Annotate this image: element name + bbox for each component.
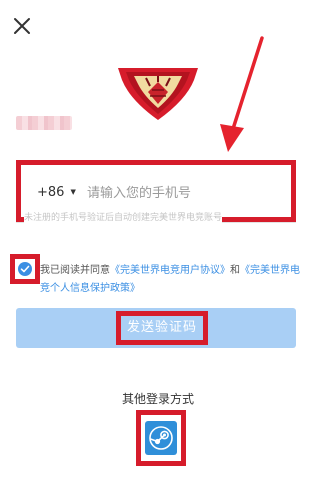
- agreement-prefix: 我已阅读并同意: [40, 265, 110, 276]
- steam-login-button[interactable]: [145, 421, 177, 455]
- other-login-title: 其他登录方式: [121, 392, 194, 406]
- annotation-arrow-icon: [220, 36, 264, 152]
- agreement-text: 我已阅读并同意《完美世界电竞用户协议》和《完美世界电竞个人信息保护政策》: [40, 262, 304, 298]
- country-code-selector[interactable]: +86 ▼: [37, 185, 76, 200]
- close-button[interactable]: [10, 14, 34, 38]
- country-code-label: +86: [37, 185, 65, 200]
- check-icon: [20, 265, 30, 273]
- send-button-highlight: 发送验证码: [116, 311, 208, 345]
- brand-logo-icon: [118, 68, 198, 120]
- phone-input[interactable]: [87, 182, 283, 204]
- close-icon: [14, 18, 30, 34]
- steam-icon: [149, 426, 173, 450]
- send-code-label: 发送验证码: [126, 320, 197, 335]
- steam-login-highlight: [136, 410, 186, 466]
- phone-note: 未注册的手机号验证后自动创建完美世界电竞账号: [24, 213, 223, 223]
- send-code-button[interactable]: 发送验证码: [16, 308, 296, 348]
- agreement-conjunction: 和: [230, 265, 240, 276]
- blurred-account-name: [16, 116, 72, 130]
- agreement-checkbox[interactable]: [18, 262, 32, 276]
- agreement-checkbox-highlight: [10, 254, 40, 284]
- user-agreement-link[interactable]: 《完美世界电竞用户协议》: [110, 265, 230, 276]
- caret-down-icon: ▼: [70, 188, 76, 196]
